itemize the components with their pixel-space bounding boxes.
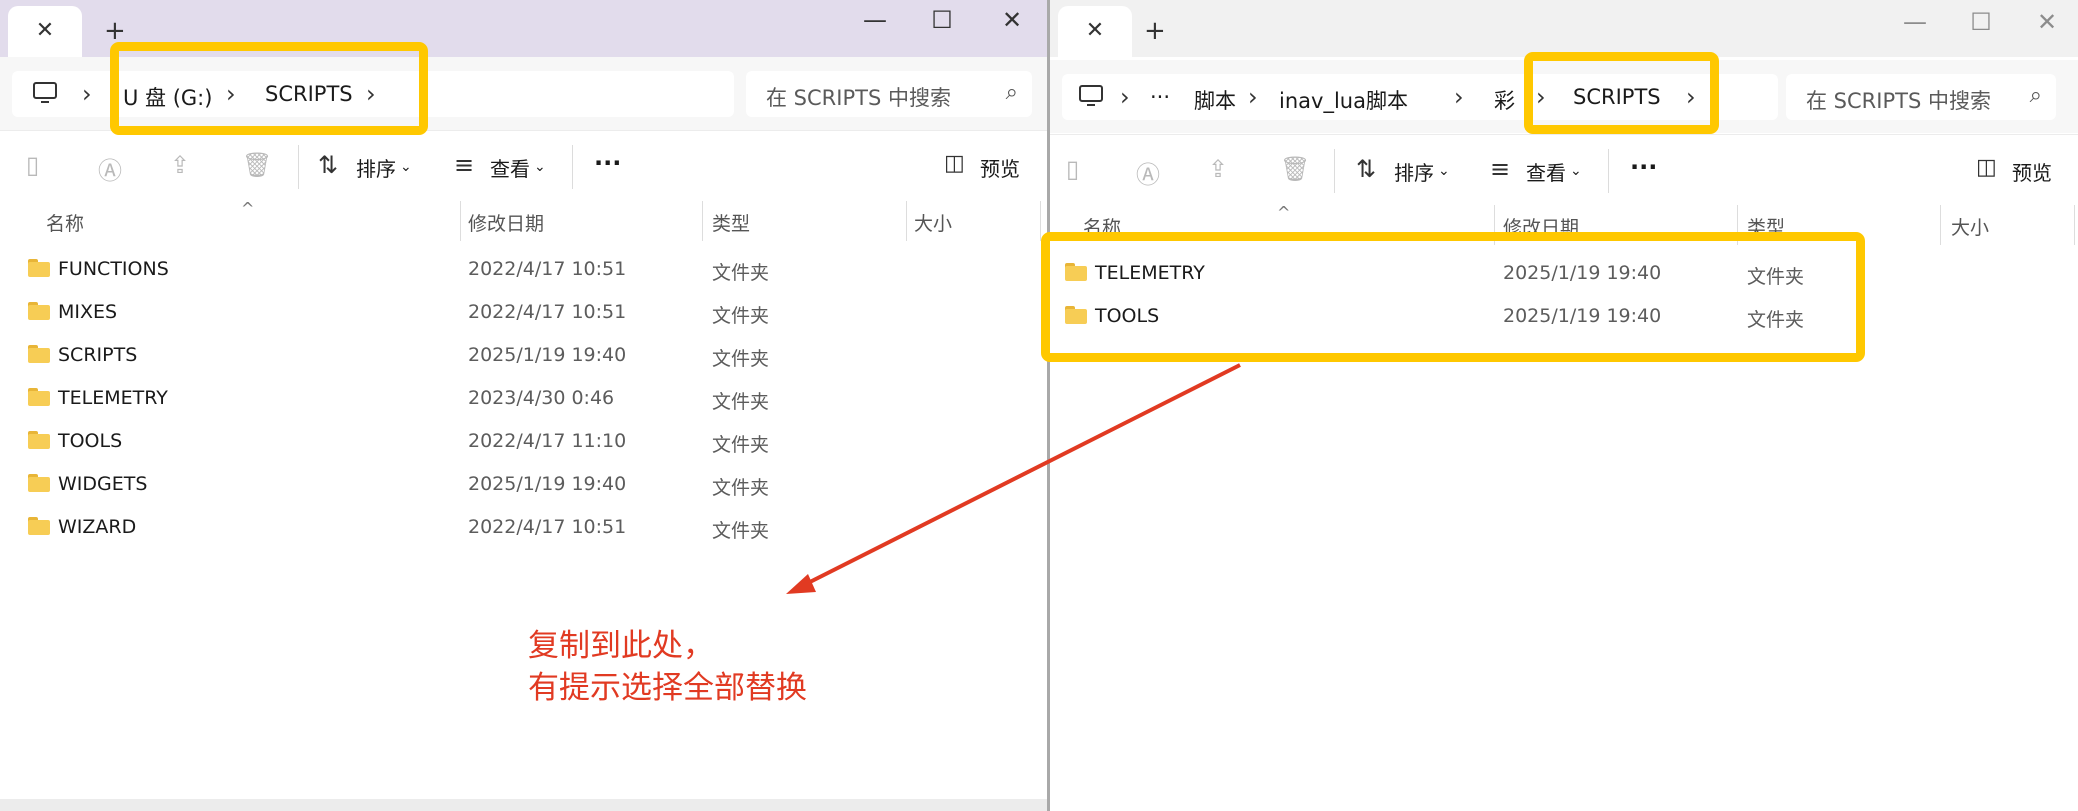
- annotation-line: 复制到此处，: [528, 628, 714, 664]
- annotation-arrow: [786, 363, 1241, 594]
- annotation-line: 有提示选择全部替换: [528, 670, 807, 706]
- annotation-note: 复制到此处， 有提示选择全部替换: [528, 625, 807, 709]
